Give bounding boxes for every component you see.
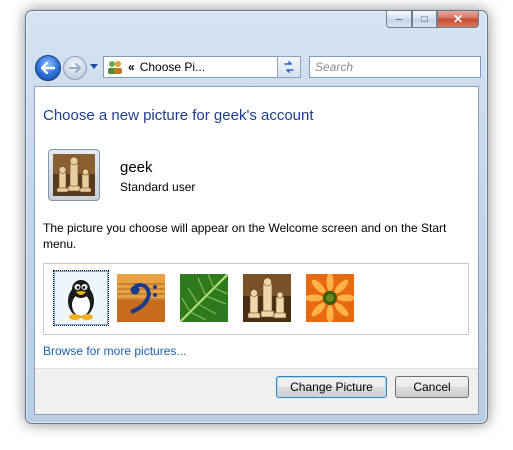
penguin-icon — [57, 274, 105, 322]
address-separator: « — [128, 60, 135, 74]
caption-buttons: – □ ✕ — [386, 11, 479, 28]
user-role: Standard user — [120, 180, 196, 194]
refresh-button[interactable] — [277, 56, 301, 78]
bass-clef-guitar-icon — [117, 274, 165, 322]
content-pane: Choose a new picture for geek's account … — [34, 86, 479, 415]
chess-pieces-icon — [243, 274, 291, 322]
forward-arrow-icon — [69, 63, 81, 73]
picture-penguin[interactable] — [53, 270, 109, 326]
minimize-icon: – — [396, 13, 402, 25]
refresh-icon — [284, 61, 294, 73]
maximize-button[interactable]: □ — [412, 11, 437, 28]
description-text: The picture you choose will appear on th… — [43, 221, 447, 251]
user-accounts-icon — [106, 59, 124, 75]
address-bar[interactable]: « Choose Pi... — [103, 56, 299, 78]
picture-guitar-clef[interactable] — [117, 274, 165, 322]
cancel-label: Cancel — [413, 380, 451, 394]
search-input[interactable]: Search — [309, 56, 481, 78]
back-arrow-icon — [41, 62, 55, 74]
page-title: Choose a new picture for geek's account — [43, 107, 314, 124]
back-button[interactable] — [35, 55, 61, 81]
picture-orange-flower[interactable] — [306, 274, 354, 322]
maximize-icon: □ — [421, 13, 428, 25]
forward-button[interactable] — [63, 56, 87, 80]
leaf-icon — [180, 274, 228, 322]
flower-icon — [306, 274, 354, 322]
user-name: geek — [120, 159, 153, 176]
minimize-button[interactable]: – — [386, 11, 412, 28]
cancel-button[interactable]: Cancel — [395, 376, 469, 398]
picture-chess-pieces[interactable] — [243, 274, 291, 322]
account-picture — [48, 149, 100, 201]
close-button[interactable]: ✕ — [437, 11, 479, 28]
chess-pieces-icon — [53, 154, 95, 196]
browse-more-pictures-link[interactable]: Browse for more pictures... — [43, 344, 186, 358]
close-icon: ✕ — [452, 12, 464, 26]
recent-pages-chevron-down-icon[interactable] — [90, 64, 98, 69]
change-picture-label: Change Picture — [290, 380, 373, 394]
picture-green-leaf[interactable] — [180, 274, 228, 322]
change-picture-button[interactable]: Change Picture — [276, 376, 387, 398]
window: – □ ✕ « Choose Pi... Search Choose a new… — [25, 10, 488, 424]
picture-gallery — [43, 263, 469, 335]
address-text: Choose Pi... — [139, 60, 206, 74]
